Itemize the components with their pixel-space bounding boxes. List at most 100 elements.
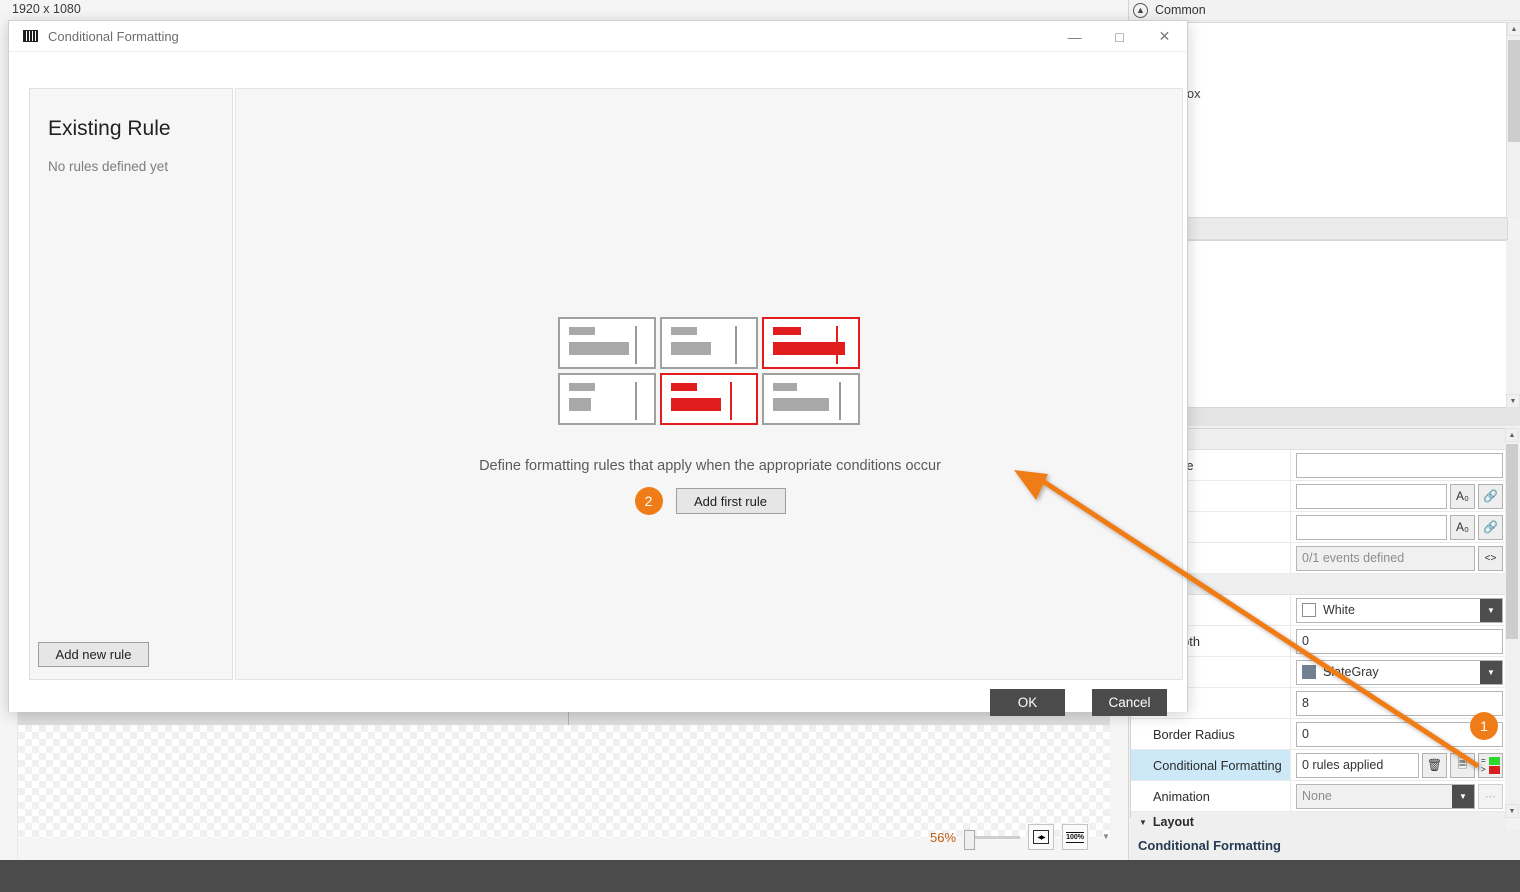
group-collapse-icon: ▼ [1139, 817, 1147, 827]
control-name-input[interactable] [1296, 452, 1503, 478]
link-icon[interactable]: 🔗 [1478, 483, 1503, 509]
scroll-down-icon[interactable]: ▼ [1506, 394, 1520, 408]
property-value: None ▼ ⋯ [1291, 781, 1506, 811]
dialog-footer: OK Cancel [9, 680, 1187, 716]
tile-divider [730, 382, 732, 420]
tile-top-bar [569, 383, 595, 391]
conditional-formatting-value[interactable]: 0 rules applied [1296, 752, 1419, 778]
tile-divider [839, 382, 841, 420]
conditional-formatting-dialog: Conditional Formatting — □ ✕ Existing Ru… [8, 20, 1188, 716]
dialog-title: Conditional Formatting [48, 28, 179, 44]
rule-tile-1[interactable] [558, 317, 656, 369]
tile-divider [635, 382, 637, 420]
combo-value: White [1323, 603, 1355, 617]
chevron-down-icon[interactable]: ▼ [1452, 784, 1474, 808]
conditional-format-icon[interactable]: = > [1478, 752, 1503, 778]
scroll-up-icon[interactable]: ▲ [1505, 428, 1519, 442]
tile-top-bar [773, 383, 797, 391]
property-value: A₀ 🔗 [1291, 512, 1506, 542]
code-icon[interactable]: <> [1478, 545, 1503, 571]
close-icon[interactable]: ✕ [1142, 21, 1187, 52]
zoom-slider-thumb[interactable] [964, 830, 976, 850]
maximize-icon[interactable]: □ [1097, 21, 1142, 52]
rule-preview-tiles [558, 317, 860, 429]
cancel-button[interactable]: Cancel [1092, 689, 1167, 716]
tile-bottom-bar [773, 342, 845, 355]
scrollbar-thumb[interactable] [1508, 40, 1520, 142]
tile-divider [635, 326, 637, 364]
border-color-combo[interactable]: SlateGray ▼ [1296, 659, 1503, 685]
window-controls: — □ ✕ [1052, 21, 1187, 52]
combo-value: SlateGray [1323, 665, 1379, 679]
property-label: Border Radius [1131, 719, 1291, 749]
green-chip [1489, 756, 1500, 765]
property-value: White ▼ [1291, 595, 1506, 625]
scroll-down-icon[interactable]: ▼ [1505, 804, 1519, 818]
add-new-rule-button[interactable]: Add new rule [38, 642, 149, 667]
no-rules-text: No rules defined yet [48, 159, 169, 174]
actual-size-button[interactable]: 100% [1062, 824, 1089, 850]
tile-row-bottom [558, 373, 860, 425]
chevron-down-icon[interactable]: ▼ [1480, 598, 1502, 622]
font-icon[interactable]: A₀ [1450, 514, 1475, 540]
ok-button[interactable]: OK [990, 689, 1065, 716]
property-value: 8 [1291, 688, 1506, 718]
screen-root: 1920 x 1080 ▲ Common ext ble Grid ve Til… [0, 0, 1520, 892]
zoom-percent-label: 56% [930, 829, 957, 845]
rules-empty-state-panel: Define formatting rules that apply when … [235, 88, 1183, 680]
existing-rules-panel: Existing Rule No rules defined yet Add n… [29, 88, 233, 680]
rule-tile-6[interactable] [762, 373, 860, 425]
rule-tile-5[interactable] [660, 373, 758, 425]
canvas-scroll-down-icon[interactable]: ▼ [1098, 828, 1114, 844]
toolbox-scrollbar[interactable]: ▲ [1506, 22, 1520, 218]
step-badge-1: 1 [1470, 712, 1498, 740]
property-row-animation: Animation None ▼ ⋯ [1131, 781, 1506, 812]
tile-top-bar [569, 327, 595, 335]
status-text: Conditional Formatting [1138, 837, 1281, 853]
scrollbar-thumb[interactable] [1506, 444, 1518, 639]
rule-tile-3[interactable] [762, 317, 860, 369]
animation-combo[interactable]: None ▼ [1296, 783, 1475, 809]
animation-options-icon[interactable]: ⋯ [1478, 783, 1503, 809]
events-value: 0/1 events defined [1296, 545, 1475, 571]
border-size-input[interactable]: 8 [1296, 690, 1503, 716]
toolbox-footer [1130, 408, 1520, 426]
text-input[interactable] [1296, 483, 1447, 509]
zoom-controls: 56% ◀▶ 100% [930, 822, 1110, 852]
rule-tile-4[interactable] [558, 373, 656, 425]
group-label: Layout [1152, 815, 1194, 829]
properties-scrollbar[interactable]: ▲ ▼ [1505, 428, 1519, 818]
dialog-title-bar[interactable]: Conditional Formatting — □ ✕ [9, 21, 1187, 52]
tooltip-input[interactable] [1296, 514, 1447, 540]
tile-bottom-bar [569, 342, 629, 355]
link-icon[interactable]: 🔗 [1478, 514, 1503, 540]
copy-icon[interactable]: 🗏 [1450, 752, 1475, 778]
cf-row-greater: > [1481, 765, 1500, 774]
resolution-label: 1920 x 1080 [12, 2, 81, 16]
rule-tile-2[interactable] [660, 317, 758, 369]
property-row-border-radius: Border Radius 0 [1131, 719, 1506, 750]
fit-to-width-icon[interactable]: ◀▶ [1028, 824, 1055, 850]
taskbar [0, 860, 1520, 892]
chevron-down-icon[interactable]: ▼ [1480, 660, 1502, 684]
property-value: 0 rules applied 🗑 🗏 = > [1291, 750, 1506, 780]
shadow-depth-input[interactable]: 0 [1296, 628, 1503, 654]
add-first-rule-button[interactable]: Add first rule [675, 488, 786, 514]
font-icon[interactable]: A₀ [1450, 483, 1475, 509]
color-swatch [1302, 665, 1316, 679]
minimize-icon[interactable]: — [1052, 21, 1097, 52]
zoom-slider[interactable] [964, 830, 1021, 850]
background-color-combo[interactable]: White ▼ [1296, 597, 1503, 623]
trash-icon[interactable]: 🗑 [1422, 752, 1447, 778]
step-badge-2: 2 [634, 487, 663, 515]
existing-rule-heading: Existing Rule [48, 117, 171, 140]
chevron-up-circle-icon[interactable]: ▲ [1133, 2, 1148, 18]
shapes-scrollbar[interactable]: ▼ [1506, 240, 1520, 408]
property-label-conditional-formatting[interactable]: Conditional Formatting [1131, 750, 1291, 780]
add-first-rule-row: 2 Add first rule [236, 487, 1184, 515]
tile-divider [735, 326, 737, 364]
tile-bottom-bar [671, 398, 721, 411]
property-label: Animation [1131, 781, 1291, 811]
empty-state-caption: Define formatting rules that apply when … [479, 458, 941, 474]
scroll-up-icon[interactable]: ▲ [1507, 22, 1520, 36]
